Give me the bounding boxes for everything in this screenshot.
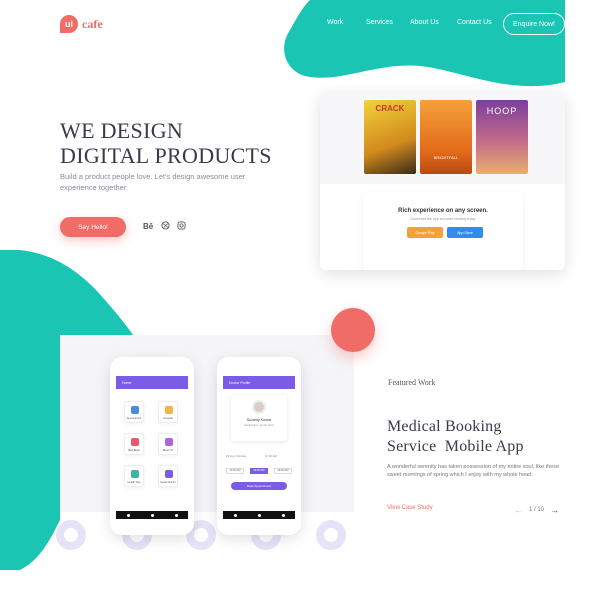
tile-label: Speak Doctor xyxy=(160,481,176,484)
bed-icon xyxy=(131,438,139,446)
nav-contact-us[interactable]: Contact Us xyxy=(457,19,492,26)
hospital-icon xyxy=(165,406,173,414)
showcase-card: CRACK BRIGHTFALL HOOP Rich experience on… xyxy=(320,92,565,270)
book-cover-hoop[interactable]: HOOP xyxy=(476,100,528,174)
doctor-avatar xyxy=(252,400,266,414)
coral-circle-decor xyxy=(331,308,375,352)
time-slot[interactable]: 10:30 PM xyxy=(226,468,244,474)
tile-label: Bed Book xyxy=(128,449,140,452)
blood-icon xyxy=(165,438,173,446)
date-field[interactable]: 29 Aug, Monday xyxy=(226,454,246,458)
appointment-icon xyxy=(131,406,139,414)
arrow-right-icon[interactable]: → xyxy=(550,505,559,515)
decor-ring xyxy=(56,520,86,550)
time-slot-selected[interactable]: 08:00 PM xyxy=(250,468,268,474)
tile-health-tips[interactable]: Health Tips xyxy=(124,465,144,487)
hero-subtitle: Build a product people love. Let's desig… xyxy=(60,172,246,192)
time-field[interactable]: 10:30 AM xyxy=(265,454,277,458)
hero-title-line2: DIGITAL PRODUCTS xyxy=(60,143,272,168)
phone-mockup-doctor: Doctor Profile Suzanty Kumar Cardiologis… xyxy=(217,357,301,535)
logo-text: cafe xyxy=(82,16,103,31)
pager-count: 1 / 10 xyxy=(529,507,545,513)
project-title-line2: Service Mobile App xyxy=(387,438,524,455)
view-case-study-link[interactable]: View Case Study xyxy=(387,505,433,511)
book-title: BRIGHTFALL xyxy=(433,155,459,160)
tile-label: Health Tips xyxy=(127,481,141,484)
rich-experience-panel: Rich experience on any screen. Download … xyxy=(363,192,523,270)
nav-work[interactable]: Work xyxy=(327,19,343,26)
logo[interactable]: ui cafe xyxy=(60,15,103,33)
nav-about-us[interactable]: About Us xyxy=(410,19,439,26)
book-title: HOOP xyxy=(486,106,518,116)
logo-mark: ui xyxy=(60,15,78,33)
rich-title: Rich experience on any screen. xyxy=(398,208,488,214)
app-store-button[interactable]: App Store xyxy=(447,227,483,238)
tile-appointment[interactable]: Appointment xyxy=(124,401,144,423)
project-title: Medical Booking Service Mobile App xyxy=(387,417,524,457)
arrow-left-icon[interactable]: ← xyxy=(514,505,523,515)
book-cover-crack[interactable]: CRACK xyxy=(364,100,416,174)
pager: ← 1 / 10 → xyxy=(514,505,559,515)
phone-nav-bar xyxy=(116,511,188,519)
doctor-card: Suzanty Kumar Cardiologist - Apollo Clin… xyxy=(231,395,287,441)
hero-title: WE DESIGN DIGITAL PRODUCTS xyxy=(60,118,272,168)
tile-hospital[interactable]: Hospital xyxy=(158,401,178,423)
enquire-now-button[interactable]: Enquire Now! xyxy=(503,13,565,35)
time-slot[interactable]: 09:00 PM xyxy=(274,468,292,474)
phone-header: Home xyxy=(116,376,188,389)
say-hello-button[interactable]: Say Hello! xyxy=(60,217,126,237)
doctor-icon xyxy=(165,470,173,478)
health-icon xyxy=(131,470,139,478)
nav-services[interactable]: Services xyxy=(366,19,393,26)
book-appointment-button[interactable]: Book Appointment xyxy=(231,482,287,490)
google-play-button[interactable]: Google Play xyxy=(407,227,443,238)
dribbble-icon[interactable] xyxy=(161,221,170,232)
rich-subtitle: Download the app and start reading today xyxy=(410,217,476,221)
behance-icon[interactable]: Bē xyxy=(143,222,153,231)
tile-bed-book[interactable]: Bed Book xyxy=(124,433,144,455)
phone-header: Doctor Profile xyxy=(223,376,295,389)
phone-nav-bar xyxy=(223,511,295,519)
hero-title-line1: WE DESIGN xyxy=(60,118,184,143)
project-title-line1: Medical Booking xyxy=(387,418,502,435)
tile-label: Hospital xyxy=(163,417,173,420)
tile-speak-doctor[interactable]: Speak Doctor xyxy=(158,465,178,487)
doctor-name: Suzanty Kumar xyxy=(246,418,272,422)
featured-work-label: Featured Work xyxy=(388,378,436,387)
project-description: A wonderful serenity has taken possessio… xyxy=(387,464,560,478)
decor-ring xyxy=(316,520,346,550)
book-title: CRACK xyxy=(375,104,405,113)
instagram-icon[interactable] xyxy=(177,221,186,232)
tile-label: Blood Tx xyxy=(162,449,174,452)
tile-blood[interactable]: Blood Tx xyxy=(158,433,178,455)
phone-mockup-home: Home Appointment Hospital Bed Book Blood… xyxy=(110,357,194,535)
tile-label: Appointment xyxy=(126,417,142,420)
book-cover-brightfall[interactable]: BRIGHTFALL xyxy=(420,100,472,174)
doctor-role: Cardiologist - Apollo Clinic xyxy=(243,424,275,427)
